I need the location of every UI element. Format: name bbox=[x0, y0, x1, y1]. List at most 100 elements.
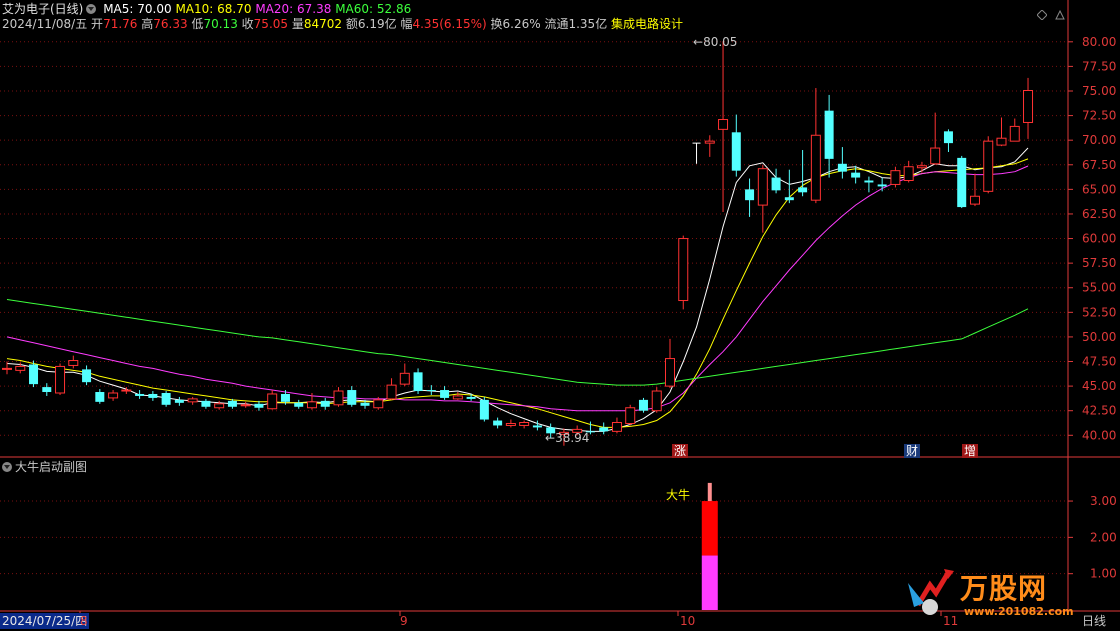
high-annotation: ←80.05 bbox=[693, 35, 737, 49]
watermark-logo: 万股网 www.201082.com bbox=[900, 563, 1100, 623]
header-line-1: 艾为电子(日线) MA5: 70.00 MA10: 68.70 MA20: 67… bbox=[2, 2, 411, 16]
candle-body bbox=[745, 189, 755, 201]
candle-body bbox=[187, 398, 198, 403]
low-value: 70.13 bbox=[203, 17, 238, 31]
candle-body bbox=[519, 422, 530, 426]
candle-body bbox=[651, 390, 662, 412]
candle-body bbox=[824, 110, 834, 159]
watermark-url: www.201082.com bbox=[964, 605, 1074, 618]
candle-body bbox=[399, 372, 410, 385]
y-tick-label: 42.50 bbox=[1082, 404, 1116, 418]
ma5-value: MA5: 70.00 bbox=[103, 2, 172, 16]
candle-body bbox=[611, 422, 622, 432]
candle-body bbox=[320, 400, 330, 407]
y-tick-label: 45.00 bbox=[1082, 379, 1116, 393]
watermark-brand: 万股网 bbox=[960, 572, 1048, 605]
event-marker-zhang[interactable]: 涨 bbox=[672, 444, 689, 458]
sub-panel-title[interactable]: 大牛启动副图 bbox=[15, 460, 87, 474]
sub-y-tick-label: 2.00 bbox=[1090, 530, 1117, 544]
signal-bar bbox=[701, 555, 718, 610]
candle-body bbox=[373, 399, 384, 409]
candle-body bbox=[903, 166, 914, 182]
candle-body bbox=[15, 365, 26, 371]
y-tick-label: 80.00 bbox=[1082, 35, 1116, 49]
candle-body bbox=[916, 165, 927, 169]
diamond-icon[interactable] bbox=[1036, 5, 1048, 21]
candle-body bbox=[68, 360, 79, 366]
low-label: 低 bbox=[191, 17, 204, 31]
float-value: 流通1.35亿 bbox=[544, 17, 608, 31]
candle-body bbox=[201, 400, 211, 407]
candle-body bbox=[108, 392, 119, 399]
candle-body bbox=[704, 140, 715, 144]
triangle-up-icon[interactable] bbox=[1055, 5, 1065, 20]
candle-body bbox=[532, 425, 542, 428]
candle-body bbox=[413, 372, 423, 392]
event-marker-zeng[interactable]: 增 bbox=[962, 444, 979, 458]
kline-chart[interactable]: 40.00 42.50 45.00 47.50 50.00 52.50 55.00 57.50… bbox=[0, 0, 1120, 631]
candle-body bbox=[930, 147, 941, 165]
candle-body bbox=[969, 195, 980, 205]
candle-body bbox=[1009, 125, 1020, 142]
candle-body bbox=[267, 393, 278, 410]
x-axis-month-10: 10 bbox=[680, 614, 696, 628]
signal-bar bbox=[701, 501, 718, 556]
candle-body bbox=[254, 403, 264, 408]
signal-bar bbox=[707, 482, 712, 502]
ma-line-ma10 bbox=[6, 158, 1029, 428]
event-marker-cai[interactable]: 财 bbox=[904, 444, 921, 458]
ma20-value: MA20: 67.38 bbox=[255, 2, 332, 16]
amount-value: 6.19亿 bbox=[357, 17, 397, 31]
ma-line-ma20 bbox=[6, 165, 1029, 412]
y-tick-label: 40.00 bbox=[1082, 428, 1116, 442]
candle-body bbox=[731, 132, 741, 171]
candle-body bbox=[771, 177, 781, 191]
candle-body bbox=[82, 369, 92, 383]
candle-body bbox=[440, 390, 450, 398]
candle-body bbox=[638, 399, 648, 411]
y-tick-label: 57.50 bbox=[1082, 256, 1116, 270]
candle-body bbox=[665, 358, 675, 387]
candle-body bbox=[479, 399, 489, 420]
x-axis-month-9: 9 bbox=[400, 614, 408, 628]
close-label: 收 bbox=[241, 17, 254, 31]
candle-body bbox=[55, 365, 66, 394]
candle-body bbox=[42, 387, 52, 393]
candle-body bbox=[983, 140, 994, 192]
candle-body bbox=[890, 170, 901, 185]
candle-body bbox=[347, 390, 357, 405]
candle-body bbox=[280, 393, 290, 402]
candle-body bbox=[784, 197, 794, 201]
candle-body bbox=[360, 402, 370, 406]
dropdown-icon[interactable] bbox=[2, 462, 12, 472]
y-tick-label: 70.00 bbox=[1082, 133, 1116, 147]
candle-body bbox=[957, 157, 967, 208]
high-arrow-icon: ← bbox=[693, 35, 704, 49]
y-tick-label: 50.00 bbox=[1082, 330, 1116, 344]
x-axis-month-8: 8 bbox=[80, 614, 88, 628]
high-value: 76.33 bbox=[153, 17, 188, 31]
candle-body bbox=[599, 427, 609, 432]
sector-value[interactable]: 集成电路设计 bbox=[611, 17, 683, 31]
open-value: 71.76 bbox=[103, 17, 138, 31]
candle-body bbox=[95, 392, 105, 402]
low-annotation: ←38.94 bbox=[545, 431, 589, 445]
candle-body bbox=[386, 384, 397, 400]
candle-body bbox=[625, 407, 636, 424]
high-mark: 80.05 bbox=[703, 35, 738, 49]
ma10-value: MA10: 68.70 bbox=[175, 2, 252, 16]
sub-panel-header: 大牛启动副图 bbox=[2, 460, 87, 474]
candle-body bbox=[333, 390, 344, 406]
candle-body bbox=[306, 401, 317, 409]
turnover-value: 换6.26% bbox=[490, 17, 541, 31]
y-tick-label: 47.50 bbox=[1082, 355, 1116, 369]
change-value: 4.35(6.15%) bbox=[412, 17, 487, 31]
candle-body bbox=[877, 184, 887, 187]
candle-body bbox=[294, 402, 304, 407]
candle-body bbox=[718, 119, 729, 130]
candle-body bbox=[493, 420, 503, 426]
candle-body bbox=[810, 134, 821, 201]
y-tick-label: 55.00 bbox=[1082, 281, 1116, 295]
dropdown-icon[interactable] bbox=[86, 4, 97, 14]
stock-name[interactable]: 艾为电子(日线) bbox=[2, 2, 83, 16]
